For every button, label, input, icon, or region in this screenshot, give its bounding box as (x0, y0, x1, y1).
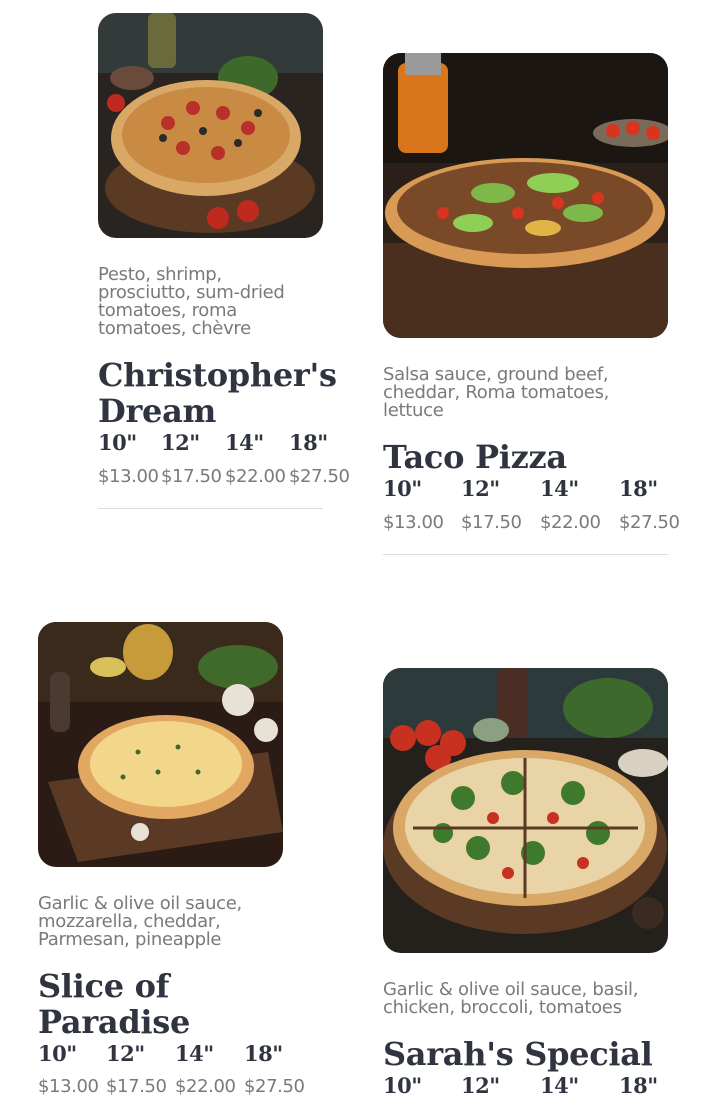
size-label: 18" (619, 1073, 658, 1098)
size-label: 12" (461, 1073, 500, 1098)
size-label: 18" (244, 1041, 283, 1066)
size-label: 14" (175, 1041, 214, 1066)
size-label: 14" (540, 476, 579, 501)
price: $13.00 (383, 512, 444, 533)
pizza-photo (38, 622, 283, 867)
item-description: Garlic & olive oil sauce, mozzarella, ch… (38, 893, 242, 950)
pizza-photo (383, 53, 668, 338)
item-title: Sarah's Special (383, 1035, 653, 1073)
price: $17.50 (106, 1076, 167, 1097)
pizza-photo (383, 668, 668, 953)
item-description: Pesto, shrimp, prosciutto, sum-dried tom… (98, 264, 285, 339)
size-label: 10" (98, 430, 137, 455)
item-description: Garlic & olive oil sauce, basil, chicken… (383, 979, 639, 1018)
price: $13.00 (38, 1076, 99, 1097)
item-title: Slice of Paradise (38, 967, 191, 1041)
size-label: 12" (106, 1041, 145, 1066)
size-label: 14" (540, 1073, 579, 1098)
size-label: 10" (383, 1073, 422, 1098)
size-label: 18" (619, 476, 658, 501)
price: $22.00 (540, 512, 601, 533)
pizza-photo (98, 13, 323, 238)
item-title: Taco Pizza (383, 438, 567, 476)
item-title: Christopher's Dream (98, 356, 337, 430)
price: $22.00 (175, 1076, 236, 1097)
size-label: 10" (383, 476, 422, 501)
price: $27.50 (244, 1076, 305, 1097)
size-label: 12" (461, 476, 500, 501)
divider (383, 554, 668, 555)
price: $17.50 (161, 466, 222, 487)
size-label: 12" (161, 430, 200, 455)
price: $27.50 (619, 512, 680, 533)
price: $27.50 (289, 466, 350, 487)
price: $22.00 (225, 466, 286, 487)
size-label: 10" (38, 1041, 77, 1066)
size-label: 18" (289, 430, 328, 455)
price: $17.50 (461, 512, 522, 533)
divider (98, 508, 323, 509)
size-label: 14" (225, 430, 264, 455)
price: $13.00 (98, 466, 159, 487)
item-description: Salsa sauce, ground beef, cheddar, Roma … (383, 364, 610, 421)
